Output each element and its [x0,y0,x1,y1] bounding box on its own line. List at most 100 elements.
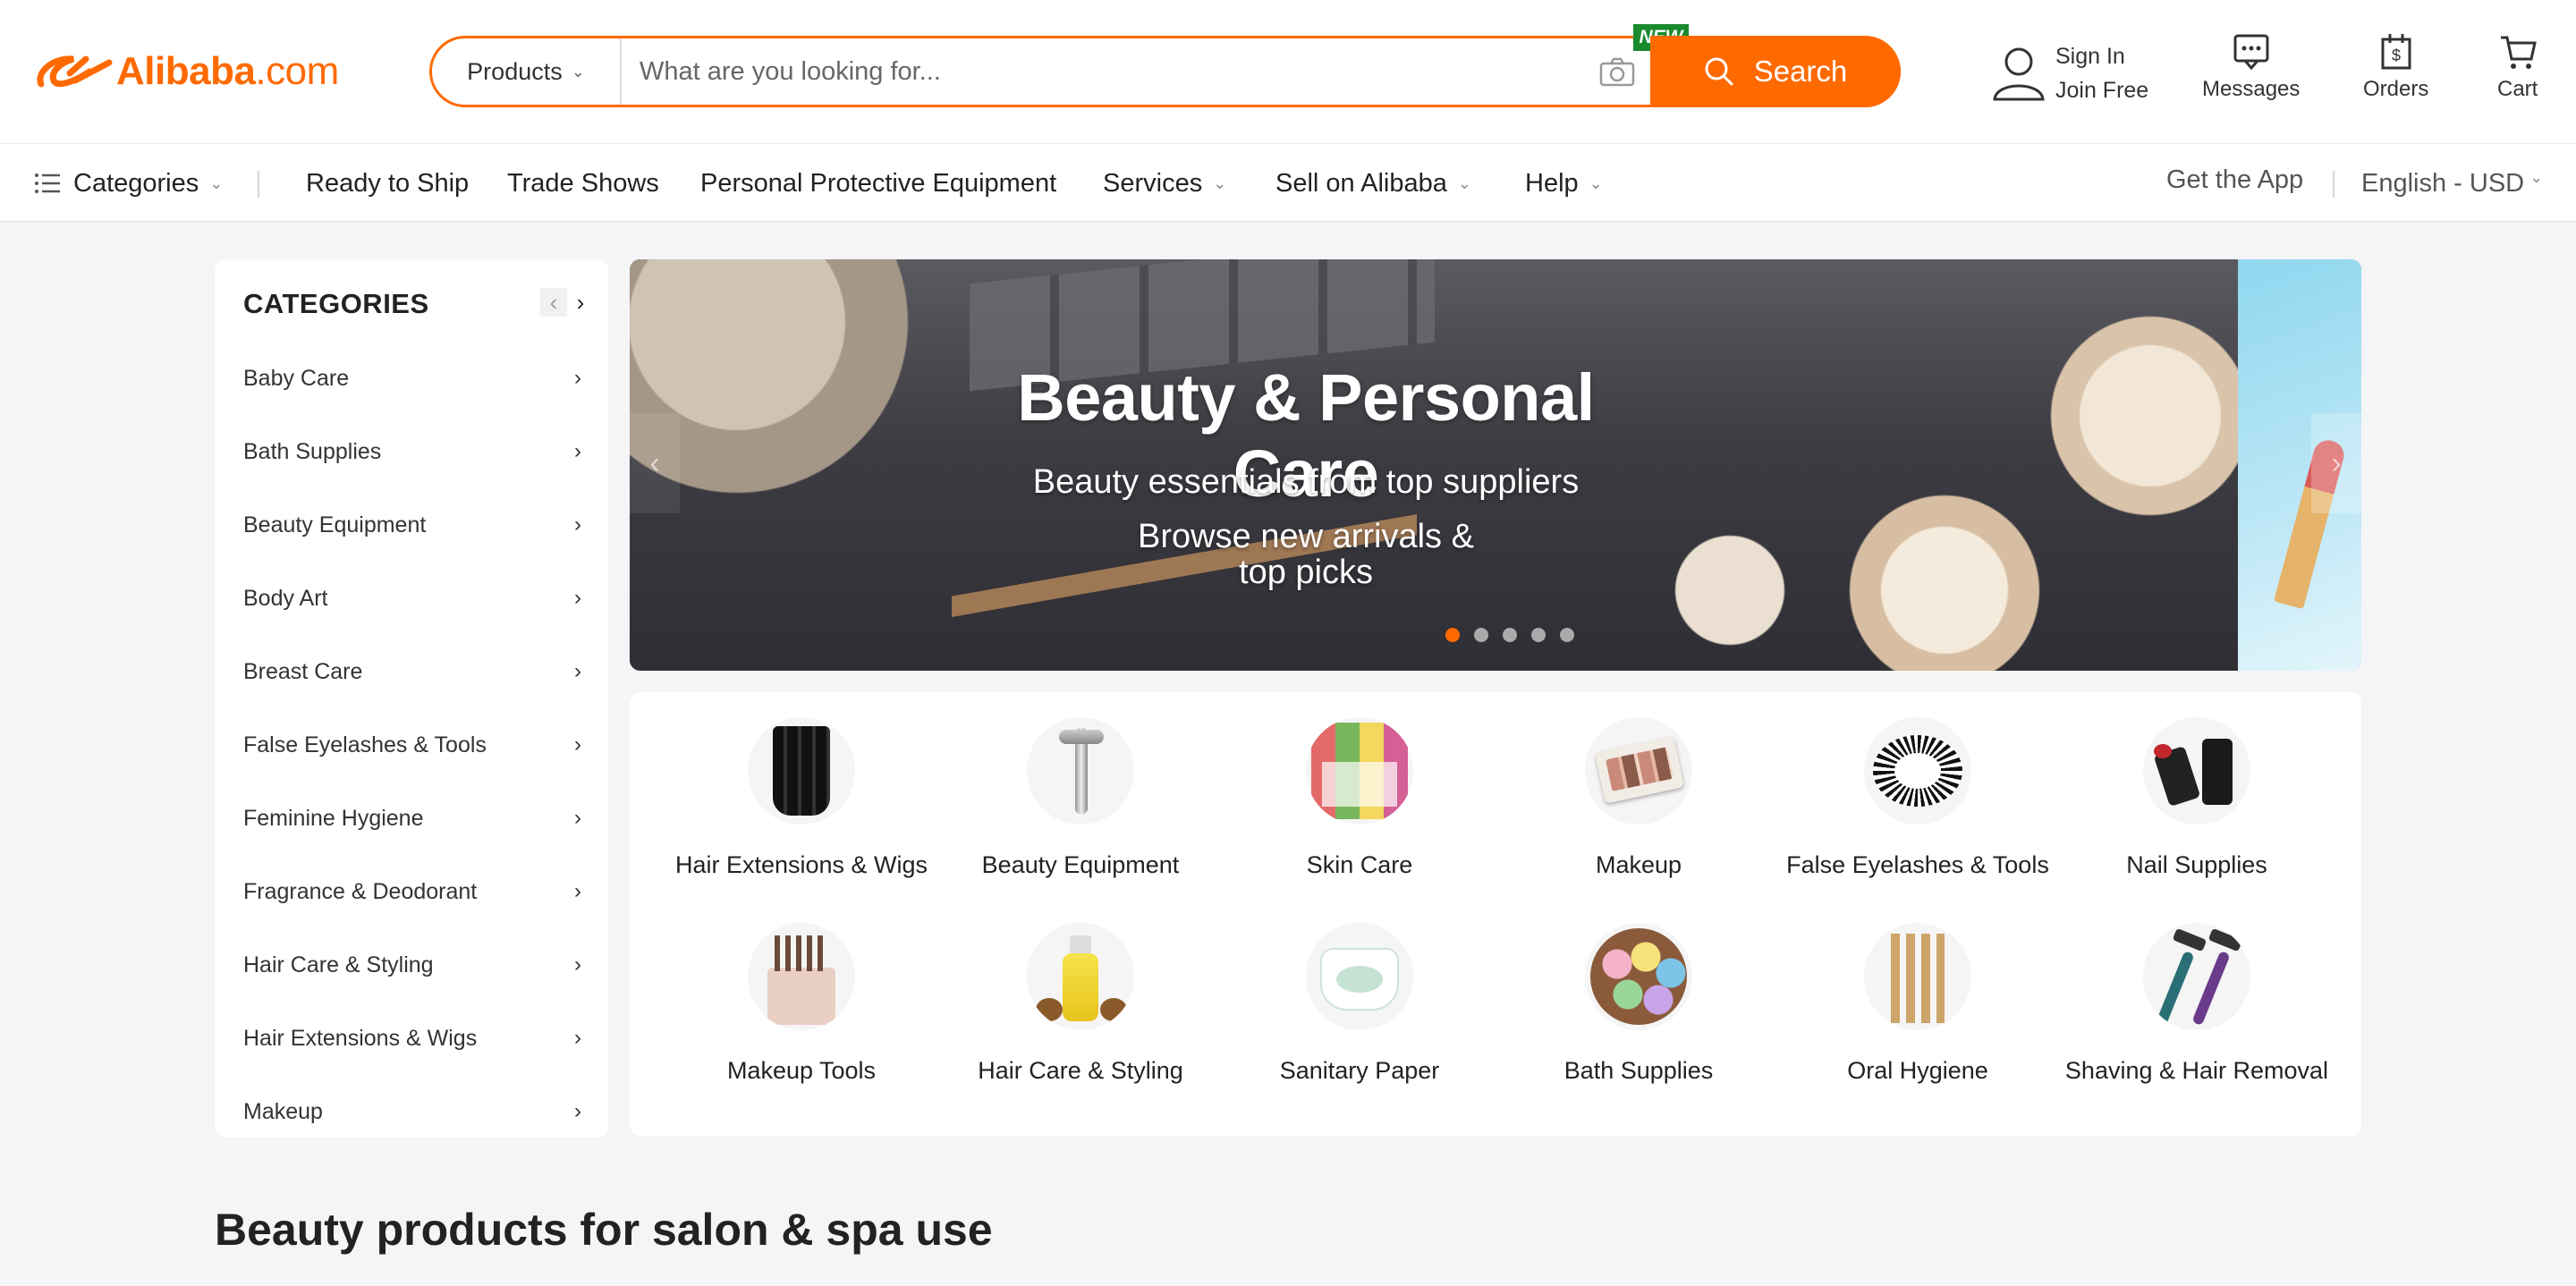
language-currency-select[interactable]: English - USD ⌄ [2361,144,2543,223]
banner-dot[interactable] [1531,628,1546,642]
category-tile-label: Makeup [1595,851,1682,878]
nav-categories[interactable]: Categories ⌄ [34,144,223,223]
sidebar-category-item[interactable]: Beauty Equipment › [215,488,608,562]
category-tile-label: Bath Supplies [1563,1057,1714,1084]
category-grid: Hair Extensions & Wigs Beauty Equipment Sk… [630,692,2361,1136]
messages-label: Messages [2202,77,2301,101]
sidebar-category-label: Makeup [243,1098,323,1124]
banner-pagination [1445,628,1589,642]
sidebar-category-item[interactable]: Body Art › [215,562,608,635]
category-tile[interactable]: Makeup [1499,717,1778,914]
category-tile[interactable]: Sanitary Paper [1220,923,1499,1120]
search-category-select[interactable]: Products ⌄ [432,38,622,105]
nav-help[interactable]: Help ⌄ [1525,144,1603,223]
category-tile[interactable]: Beauty Equipment [941,717,1220,914]
category-tile[interactable]: False Eyelashes & Tools [1778,717,2057,914]
cart-button[interactable]: Cart [2497,32,2538,102]
alibaba-logo-icon [37,55,113,88]
nav-divider [258,171,259,198]
sidebar-category-label: False Eyelashes & Tools [243,732,487,757]
categories-title: CATEGORIES [243,288,429,319]
category-tile[interactable]: Nail Supplies [2057,717,2336,914]
banner-dot[interactable] [1560,628,1574,642]
category-tile[interactable]: Makeup Tools [662,923,941,1120]
sidebar-category-item[interactable]: Hair Extensions & Wigs › [215,1002,608,1075]
search-input[interactable] [640,51,1534,92]
chevron-right-icon: › [574,512,581,537]
hero-banner[interactable]: Beauty & Personal Care Beauty essentials… [630,259,2361,671]
search-category-label: Products [467,57,563,85]
orders-label: Orders [2363,77,2429,101]
nav-services-label: Services [1103,168,1203,198]
orders-button[interactable]: $ Orders [2363,32,2428,102]
nav-ppe[interactable]: Personal Protective Equipment [700,144,1056,223]
sidebar-category-item[interactable]: Baby Care › [215,342,608,415]
sidebar-category-label: Breast Care [243,658,363,684]
nav-sell-on-alibaba[interactable]: Sell on Alibaba ⌄ [1275,144,1471,223]
chevron-down-icon: ⌄ [209,173,224,192]
category-tile[interactable]: Hair Care & Styling [941,923,1220,1120]
razor-icon [2143,923,2250,1030]
nav-ready-to-ship[interactable]: Ready to Ship [306,144,469,223]
nav-get-the-app[interactable]: Get the App [2166,140,2303,219]
logo-wordmark: Alibaba.com [116,49,339,93]
search-bar: Products ⌄ NEW Search [429,24,1901,107]
category-tile[interactable]: Oral Hygiene [1778,923,2057,1120]
alibaba-logo[interactable]: Alibaba.com [34,47,339,97]
category-tile-label: Shaving & Hair Removal [2064,1057,2329,1084]
sidebar-category-label: Bath Supplies [243,438,382,464]
account-menu[interactable]: Sign In Join Free [1991,39,2148,107]
messages-button[interactable]: Messages [2202,32,2300,102]
icon-shape [2156,950,2195,1027]
sidebar-category-item[interactable]: Makeup › [215,1075,608,1148]
nav-trade-shows[interactable]: Trade Shows [507,144,659,223]
face-roller-icon [1027,717,1134,825]
banner-dot[interactable] [1503,628,1517,642]
sidebar-category-item[interactable]: Bath Supplies › [215,415,608,488]
nav-help-label: Help [1525,168,1579,198]
toothbrush-icon [1864,923,1971,1030]
category-tile[interactable]: Hair Extensions & Wigs [662,717,941,914]
sidebar-category-item[interactable]: Breast Care › [215,635,608,708]
category-tile-label: Sanitary Paper [1279,1057,1440,1084]
sidebar-category-label: Baby Care [243,365,350,391]
banner-dot[interactable] [1474,628,1488,642]
category-tile[interactable]: Bath Supplies [1499,923,1778,1120]
icon-shape [1322,762,1397,807]
orders-icon: $ [2381,34,2411,70]
sidebar-category-item[interactable]: Feminine Hygiene › [215,782,608,855]
chevron-down-icon: ⌄ [571,62,585,80]
banner-dot[interactable] [1445,628,1460,642]
chevron-down-icon: ⌄ [1213,173,1227,192]
icon-shape [1036,998,1063,1021]
join-free-link[interactable]: Join Free [2055,73,2148,107]
banner-next-button[interactable]: › [2311,413,2361,513]
sidebar-category-item[interactable]: False Eyelashes & Tools › [215,708,608,782]
message-icon [2233,34,2269,71]
locale-label: English - USD [2361,168,2525,198]
icon-shape [1590,928,1687,1025]
chevron-down-icon: ⌄ [1457,173,1471,192]
chevron-right-icon: › [574,439,581,463]
chevron-right-icon: › [574,879,581,903]
sidebar-category-item[interactable]: Hair Care & Styling › [215,928,608,1002]
banner-cta: Browse new arrivals & top picks [1138,518,1474,591]
main-navigation: Categories ⌄ Ready to Ship Trade Shows P… [0,143,2576,222]
category-tile[interactable]: Shaving & Hair Removal [2057,923,2336,1120]
icon-shape [1063,953,1098,1021]
chevron-left-icon[interactable]: ‹ [540,288,567,317]
face-mask-icon [1306,717,1413,825]
nav-services[interactable]: Services ⌄ [1103,144,1226,223]
chevron-down-icon: ⌄ [1589,173,1603,192]
banner-prev-button[interactable]: ‹ [630,413,680,513]
chevron-right-icon[interactable]: › [567,288,594,317]
camera-icon[interactable] [1599,56,1635,87]
category-tile[interactable]: Skin Care [1220,717,1499,914]
search-icon [1705,57,1733,86]
icon-shape [2172,927,2207,952]
sign-in-link[interactable]: Sign In [2055,39,2148,73]
search-button[interactable]: Search [1650,36,1901,107]
brush-set-icon [748,923,855,1030]
menu-list-icon [35,173,60,193]
sidebar-category-item[interactable]: Fragrance & Deodorant › [215,855,608,928]
